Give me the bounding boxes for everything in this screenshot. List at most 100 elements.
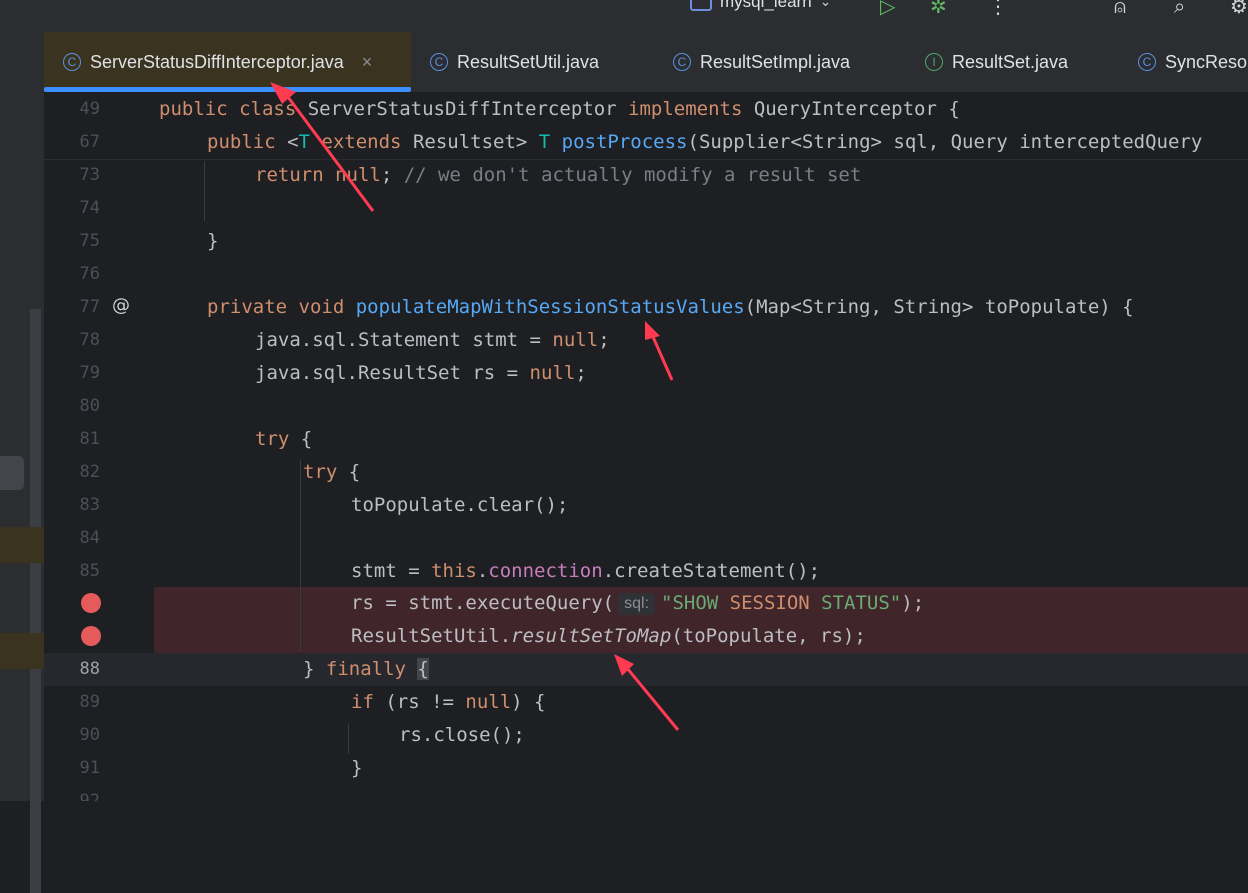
breakpoint-icon[interactable] xyxy=(81,593,101,613)
interface-name: QueryInterceptor { xyxy=(753,98,960,120)
keyword: finally xyxy=(325,658,418,680)
code-text: public <T extends Resultset> T postProce… xyxy=(207,126,1202,159)
tab-label: ResultSet.java xyxy=(952,51,1069,72)
code-text: try { xyxy=(255,423,312,456)
breakpoint-icon[interactable] xyxy=(81,626,101,646)
tab-sync-reso[interactable]: C SyncReso xyxy=(1138,32,1247,92)
code-line-67: 67 public <T extends Resultset> T postPr… xyxy=(44,126,1248,159)
code-text: ResultSetUtil.resultSetToMap(toPopulate,… xyxy=(351,620,866,653)
type-param: T xyxy=(298,131,322,153)
class-icon: C xyxy=(1138,53,1156,71)
chevron-down-icon: ⌄ xyxy=(819,0,832,10)
search-icon[interactable]: ⌕ xyxy=(1174,0,1185,18)
class-icon: C xyxy=(63,53,81,71)
code-line-86: rs = stmt.executeQuery(sql: "SHOW SESSION… xyxy=(44,587,1248,620)
keyword: null xyxy=(552,329,599,351)
code-text: } xyxy=(207,230,219,252)
code-line-87: ResultSetUtil.resultSetToMap(toPopulate,… xyxy=(44,620,1248,653)
tab-result-set-impl[interactable]: C ResultSetImpl.java xyxy=(673,32,850,92)
interface-icon: I xyxy=(925,53,943,71)
code-text: toPopulate.clear(); xyxy=(351,494,569,516)
project-selector[interactable]: mysql_learn ⌄ xyxy=(690,0,831,13)
implementation-marker-icon[interactable]: @ xyxy=(110,295,132,317)
indent-guide xyxy=(348,724,349,754)
project-name: mysql_learn xyxy=(720,0,812,11)
code-text: stmt = this.connection.createStatement()… xyxy=(351,555,820,588)
code-text: if (rs != null) { xyxy=(351,686,546,719)
tab-label: ResultSetImpl.java xyxy=(700,51,851,72)
line-number: 88 xyxy=(79,659,100,679)
panel-selected-row[interactable] xyxy=(0,456,24,490)
field-name: connection xyxy=(488,560,603,582)
static-method-name: resultSetToMap xyxy=(511,625,672,647)
sql-keyword: SESSION xyxy=(729,592,810,614)
line-number: 75 xyxy=(79,231,100,251)
punct: ; xyxy=(598,329,610,351)
punct: { xyxy=(348,461,361,483)
code-line-78: 78 java.sql.Statement stmt = null; xyxy=(44,324,1248,357)
keyword: this xyxy=(431,560,477,582)
line-number: 77 xyxy=(79,297,100,317)
project-icon xyxy=(690,0,712,11)
comment: // we don't actually modify a result set xyxy=(403,164,862,186)
args-text: (toPopulate, rs); xyxy=(671,625,866,647)
code-line-83: 83 toPopulate.clear(); xyxy=(44,489,1248,522)
code-text: } finally { xyxy=(303,653,429,686)
line-number: 84 xyxy=(79,528,100,548)
add-user-icon[interactable]: ⍝ xyxy=(1114,0,1126,18)
line-number: 81 xyxy=(79,429,100,449)
line-number: 85 xyxy=(79,561,100,581)
inlay-hint: sql: xyxy=(618,593,656,615)
keyword: try xyxy=(255,428,301,450)
class-name: ServerStatusDiffInterceptor xyxy=(307,98,629,120)
debug-icon[interactable]: ✲ xyxy=(930,0,947,18)
line-number: 90 xyxy=(79,725,100,745)
punct: ) { xyxy=(511,691,546,713)
type-text: Resultset> xyxy=(412,131,539,153)
line-number: 82 xyxy=(79,462,100,482)
panel-highlight-row xyxy=(0,633,44,669)
punct: ; xyxy=(575,362,587,384)
tab-result-set-util[interactable]: C ResultSetUtil.java xyxy=(430,32,599,92)
close-icon[interactable]: × xyxy=(362,52,373,73)
punct: ; xyxy=(380,164,404,186)
keyword: extends xyxy=(321,131,413,153)
stmt-text: ResultSetUtil. xyxy=(351,625,512,647)
code-text: java.sql.ResultSet rs = null; xyxy=(255,357,587,390)
run-icon[interactable]: ▷ xyxy=(880,0,895,18)
panel-scrollbar[interactable] xyxy=(30,309,41,893)
keyword: public xyxy=(159,98,240,120)
call-text: .createStatement(); xyxy=(602,560,821,582)
panel-highlight-row xyxy=(0,527,44,563)
tab-label: SyncReso xyxy=(1165,51,1248,72)
more-icon[interactable]: ⋮ xyxy=(988,0,1008,18)
tab-result-set[interactable]: I ResultSet.java xyxy=(925,32,1068,92)
line-number: 83 xyxy=(79,495,100,515)
tab-server-status-diff-interceptor[interactable]: C ServerStatusDiffInterceptor.java × xyxy=(44,32,411,92)
stmt-text: stmt = xyxy=(351,560,432,582)
code-line-85: 85 stmt = this.connection.createStatemen… xyxy=(44,555,1248,588)
code-line-82: 82 try { xyxy=(44,456,1248,489)
class-icon: C xyxy=(673,53,691,71)
code-text: private void populateMapWithSessionStatu… xyxy=(207,291,1134,324)
code-editor[interactable]: 49 public class ServerStatusDiffIntercep… xyxy=(44,92,1248,801)
keyword: implements xyxy=(628,98,754,120)
code-text: } xyxy=(351,757,363,779)
code-text: rs = stmt.executeQuery(sql: "SHOW SESSION… xyxy=(351,587,924,620)
line-number: 91 xyxy=(79,758,100,778)
code-line-74: 74 xyxy=(44,192,1248,225)
line-number: 67 xyxy=(79,132,100,152)
punct: ); xyxy=(901,592,925,614)
settings-icon[interactable]: ⚙ xyxy=(1230,0,1248,18)
code-line-84: 84 xyxy=(44,522,1248,555)
tab-bar-left-strip xyxy=(0,32,44,92)
code-line-73: 73 return null; // we don't actually mod… xyxy=(44,159,1248,192)
line-number: 78 xyxy=(79,330,100,350)
string-literal: "SHOW xyxy=(661,592,730,614)
project-panel-edge xyxy=(0,92,44,893)
line-number: 80 xyxy=(79,396,100,416)
method-name: postProcess xyxy=(561,131,688,153)
params-text: (Supplier<String> sql, Query intercepted… xyxy=(687,131,1203,153)
code-text: rs.close(); xyxy=(399,724,525,746)
matched-brace: { xyxy=(417,658,429,680)
